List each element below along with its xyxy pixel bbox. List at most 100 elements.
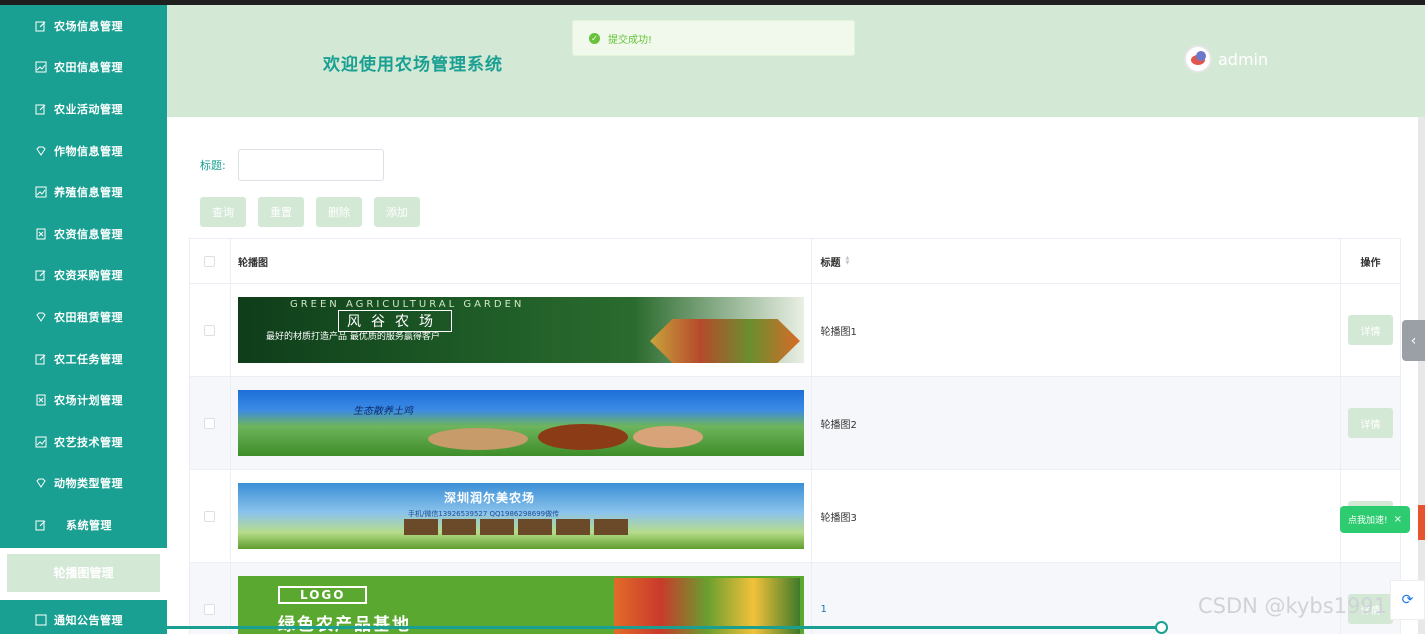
- speed-up-button[interactable]: 点我加速! ×: [1340, 506, 1410, 533]
- row-title: 轮播图3: [820, 512, 857, 524]
- user-menu[interactable]: admin: [1184, 45, 1268, 73]
- sidebar-item-breeding[interactable]: 养殖信息管理: [0, 171, 167, 213]
- banner-graphic: [427, 428, 528, 450]
- banner-text: LOGO: [277, 586, 368, 604]
- progress-handle[interactable]: [1155, 621, 1168, 634]
- detail-button[interactable]: 详情: [1348, 408, 1394, 438]
- sidebar-item-purchase[interactable]: 农资采购管理: [0, 255, 167, 297]
- header-title[interactable]: 标题: [820, 254, 840, 269]
- sidebar-item-task[interactable]: 农工任务管理: [0, 338, 167, 380]
- sidebar-item-technique[interactable]: 农艺技术管理: [0, 421, 167, 463]
- toolbar: 查询 重置 删除 添加: [200, 197, 432, 227]
- sidebar: 农场信息管理 农田信息管理 农业活动管理 作物信息管理 养殖信息管理 农资信息管…: [0, 5, 167, 634]
- row-checkbox[interactable]: [204, 417, 216, 429]
- username[interactable]: admin: [1218, 50, 1268, 69]
- carousel-image: 生态散养土鸡: [237, 390, 804, 456]
- row-title: 轮播图1: [820, 326, 857, 338]
- query-button[interactable]: 查询: [200, 197, 246, 227]
- sidebar-item-lease[interactable]: 农田租赁管理: [0, 296, 167, 338]
- welcome-title: 欢迎使用农场管理系统: [323, 55, 503, 75]
- header-action: 操作: [1360, 257, 1381, 269]
- sidebar-item-label: 农场信息管理: [54, 19, 123, 33]
- watermark: CSDN @kybs1991: [1198, 594, 1388, 618]
- diamond-icon: [34, 476, 48, 490]
- chart-icon: [34, 60, 48, 74]
- edge-widget[interactable]: [1418, 505, 1425, 540]
- edit-icon: [34, 352, 48, 366]
- banner-text: 深圳润尔美农场: [443, 491, 535, 505]
- sidebar-item-label: 农田租赁管理: [54, 310, 123, 324]
- sidebar-item-label: 农艺技术管理: [54, 435, 123, 449]
- chart-icon: [34, 435, 48, 449]
- progress-bar: [0, 626, 1162, 629]
- sidebar-item-label: 农田信息管理: [54, 61, 123, 75]
- edit-icon: [34, 102, 48, 116]
- row-checkbox[interactable]: [204, 324, 216, 336]
- detail-button[interactable]: 详情: [1348, 315, 1394, 345]
- banner-produce-graphic: [649, 319, 800, 363]
- sort-icon[interactable]: ▲ ▼: [845, 256, 849, 266]
- row-title: 轮播图2: [820, 419, 857, 431]
- sidebar-item-label: 农业活动管理: [54, 102, 123, 116]
- scrollbar[interactable]: [1418, 117, 1425, 634]
- check-icon: ✓: [589, 32, 600, 44]
- row-title: 1: [820, 603, 827, 615]
- sidebar-subitem-carousel[interactable]: 轮播图管理: [7, 553, 160, 592]
- sidebar-item-crop[interactable]: 作物信息管理: [0, 130, 167, 172]
- sidebar-submenu: 轮播图管理: [0, 547, 167, 600]
- select-all-checkbox[interactable]: [204, 255, 216, 267]
- sidebar-item-label: 动物类型管理: [54, 477, 123, 491]
- chart-icon: [34, 613, 48, 627]
- table-row: 生态散养土鸡 轮播图2 详情: [190, 377, 1400, 470]
- title-search-input[interactable]: [237, 149, 384, 181]
- sidebar-item-system[interactable]: 系统管理: [0, 504, 167, 546]
- search-label: 标题:: [200, 159, 226, 172]
- main-content: 标题: 查询 重置 删除 添加 轮播图 标题 ▲ ▼ 操作 GREEN AGRICU…: [167, 117, 1420, 634]
- header-image: 轮播图: [237, 257, 268, 269]
- sidebar-item-field-info[interactable]: 农田信息管理: [0, 47, 167, 89]
- box-icon: [34, 393, 48, 407]
- sidebar-item-supplies[interactable]: 农资信息管理: [0, 213, 167, 255]
- diamond-icon: [34, 144, 48, 158]
- sidebar-item-activity[interactable]: 农业活动管理: [0, 88, 167, 130]
- carousel-image: 深圳润尔美农场 手机/微信13926539527 QQ1986298699做传: [237, 483, 804, 549]
- chart-icon: [34, 185, 48, 199]
- edit-icon: [34, 268, 48, 282]
- sidebar-item-label: 作物信息管理: [54, 144, 123, 158]
- sidebar-item-label: 农场计划管理: [54, 394, 123, 408]
- carousel-image: GREEN AGRICULTURAL GARDEN 风谷农场 最好的材质打造产品…: [237, 297, 804, 363]
- toast-message: 提交成功!: [608, 34, 653, 46]
- sidebar-item-farm-info[interactable]: 农场信息管理: [0, 5, 167, 47]
- table-row: 深圳润尔美农场 手机/微信13926539527 QQ1986298699做传 …: [190, 470, 1400, 563]
- banner-text: GREEN AGRICULTURAL GARDEN: [289, 299, 525, 310]
- sidebar-item-label: 系统管理: [66, 518, 112, 532]
- delete-button[interactable]: 删除: [316, 197, 362, 227]
- reset-button[interactable]: 重置: [258, 197, 304, 227]
- success-toast: ✓ 提交成功!: [572, 20, 855, 56]
- chevron-left-icon[interactable]: ‹: [1402, 320, 1425, 361]
- table-header-row: 轮播图 标题 ▲ ▼ 操作: [190, 239, 1400, 284]
- banner-text: 绿色农产品基地: [277, 615, 411, 634]
- banner-text: 最好的材质打造产品 最优质的服务赢得客户: [265, 332, 440, 342]
- avatar[interactable]: [1184, 45, 1212, 73]
- banner-graphic: [632, 426, 703, 448]
- sidebar-item-animal-type[interactable]: 动物类型管理: [0, 463, 167, 505]
- diamond-icon: [34, 310, 48, 324]
- row-checkbox[interactable]: [204, 603, 216, 615]
- sidebar-item-label: 农资采购管理: [54, 269, 123, 283]
- row-checkbox[interactable]: [204, 510, 216, 522]
- banner-text: 生态散养土鸡: [352, 406, 413, 417]
- table-row: GREEN AGRICULTURAL GARDEN 风谷农场 最好的材质打造产品…: [190, 284, 1400, 377]
- banner-photos: [403, 519, 632, 535]
- carousel-table: 轮播图 标题 ▲ ▼ 操作 GREEN AGRICULTURAL GARDEN 风谷…: [189, 238, 1401, 634]
- assistant-icon[interactable]: ⟳: [1390, 580, 1425, 620]
- sidebar-item-label: 农资信息管理: [54, 227, 123, 241]
- banner-text: 手机/微信13926539527 QQ1986298699做传: [407, 510, 560, 518]
- speed-up-label: 点我加速!: [1348, 516, 1388, 526]
- banner-graphic: [537, 424, 628, 450]
- edit-icon: [34, 518, 48, 532]
- close-icon[interactable]: ×: [1394, 514, 1402, 525]
- search-bar: 标题:: [200, 149, 384, 181]
- sidebar-item-plan[interactable]: 农场计划管理: [0, 379, 167, 421]
- add-button[interactable]: 添加: [374, 197, 420, 227]
